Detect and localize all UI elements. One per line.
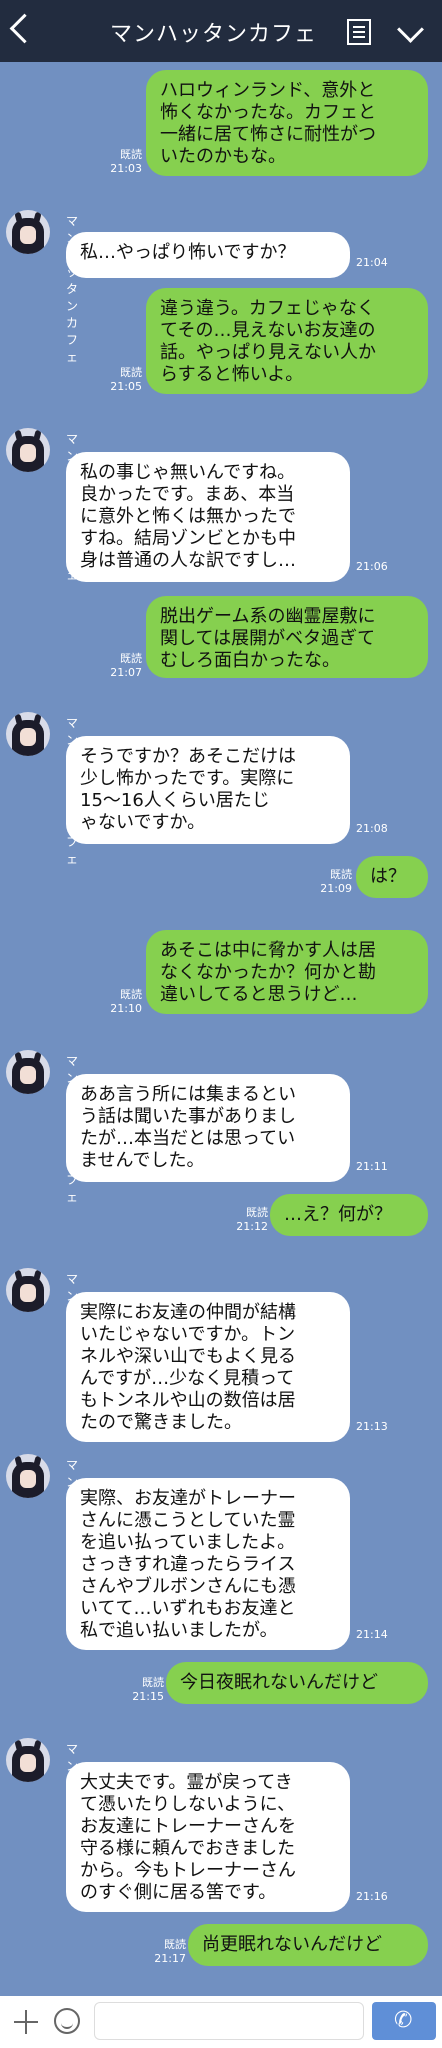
message-time: 21:13 xyxy=(356,1420,388,1433)
message-time: 21:04 xyxy=(356,256,388,269)
chat-title: マンハッタンカフェ xyxy=(110,22,318,47)
message-bubble[interactable]: そうですか？あそこだけは 少し怖かったです。実際に 15〜16人くらい居たじ ゃ… xyxy=(66,736,350,844)
read-receipt: 既読 xyxy=(246,1206,268,1219)
read-receipt: 既読 xyxy=(330,868,352,881)
message-time: 21:03 xyxy=(110,162,142,175)
emoji-icon[interactable] xyxy=(54,2008,80,2034)
read-receipt: 既読 xyxy=(120,988,142,1001)
read-receipt: 既読 xyxy=(164,1938,186,1951)
message-bubble[interactable]: 尚更眠れないんだけど xyxy=(188,1924,428,1966)
avatar[interactable] xyxy=(6,1268,50,1312)
message-bubble[interactable]: 今日夜眠れないんだけど xyxy=(166,1662,428,1704)
message-time: 21:17 xyxy=(154,1952,186,1965)
plus-icon[interactable] xyxy=(14,2010,38,2034)
message-time: 21:14 xyxy=(356,1628,388,1641)
avatar[interactable] xyxy=(6,1454,50,1498)
read-receipt: 既読 xyxy=(142,1676,164,1689)
message-bubble[interactable]: 実際、お友達がトレーナー さんに憑こうとしていた霊 を追い払っていましたよ。 さ… xyxy=(66,1478,350,1650)
menu-icon[interactable] xyxy=(347,19,371,45)
message-time: 21:07 xyxy=(110,666,142,679)
avatar[interactable] xyxy=(6,1738,50,1782)
chevron-down-icon[interactable] xyxy=(397,16,424,43)
avatar[interactable] xyxy=(6,712,50,756)
message-time: 21:05 xyxy=(110,380,142,393)
read-receipt: 既読 xyxy=(120,652,142,665)
message-time: 21:10 xyxy=(110,1002,142,1015)
message-time: 21:16 xyxy=(356,1890,388,1903)
chat-header: マンハッタンカフェ xyxy=(0,0,442,62)
read-receipt: 既読 xyxy=(120,148,142,161)
avatar[interactable] xyxy=(6,210,50,254)
message-bubble[interactable]: 大丈夫です。霊が戻ってき て憑いたりしないように、 お友達にトレーナーさんを 守… xyxy=(66,1762,350,1912)
avatar[interactable] xyxy=(6,428,50,472)
message-bubble[interactable]: 私…やっぱり怖いですか？ xyxy=(66,232,350,278)
message-bubble[interactable]: は？ xyxy=(356,856,428,898)
message-time: 21:11 xyxy=(356,1160,388,1173)
call-button[interactable] xyxy=(372,2002,436,2040)
message-bubble[interactable]: 脱出ゲーム系の幽霊屋敷に 関しては展開がベタ過ぎて むしろ面白かったな。 xyxy=(146,596,428,678)
message-time: 21:08 xyxy=(356,822,388,835)
message-bubble[interactable]: 実際にお友達の仲間が結構 いたじゃないですか。トン ネルや深い山でもよく見る ん… xyxy=(66,1292,350,1442)
message-bubble[interactable]: ハロウィンランド、意外と 怖くなかったな。カフェと 一緒に居て怖さに耐性がつ い… xyxy=(146,70,428,176)
message-time: 21:06 xyxy=(356,560,388,573)
message-time: 21:09 xyxy=(320,882,352,895)
message-time: 21:12 xyxy=(236,1220,268,1233)
message-input[interactable] xyxy=(94,2002,364,2040)
message-bubble[interactable]: ああ言う所には集まるとい う話は聞いた事がありまし たが…本当だとは思ってい ま… xyxy=(66,1074,350,1182)
message-input-bar xyxy=(0,1996,442,2048)
read-receipt: 既読 xyxy=(120,366,142,379)
message-bubble[interactable]: あそこは中に脅かす人は居 なくなかったか？何かと勘 違いしてると思うけど… xyxy=(146,930,428,1014)
avatar[interactable] xyxy=(6,1050,50,1094)
message-time: 21:15 xyxy=(132,1690,164,1703)
back-arrow-icon[interactable] xyxy=(9,13,40,44)
message-bubble[interactable]: 私の事じゃ無いんですね。 良かったです。まあ、本当 に意外と怖くは無かったで す… xyxy=(66,452,350,582)
message-bubble[interactable]: …え？何が？ xyxy=(270,1194,428,1236)
message-bubble[interactable]: 違う違う。カフェじゃなく てその…見えないお友達の 話。やっぱり見えない人か ら… xyxy=(146,288,428,394)
